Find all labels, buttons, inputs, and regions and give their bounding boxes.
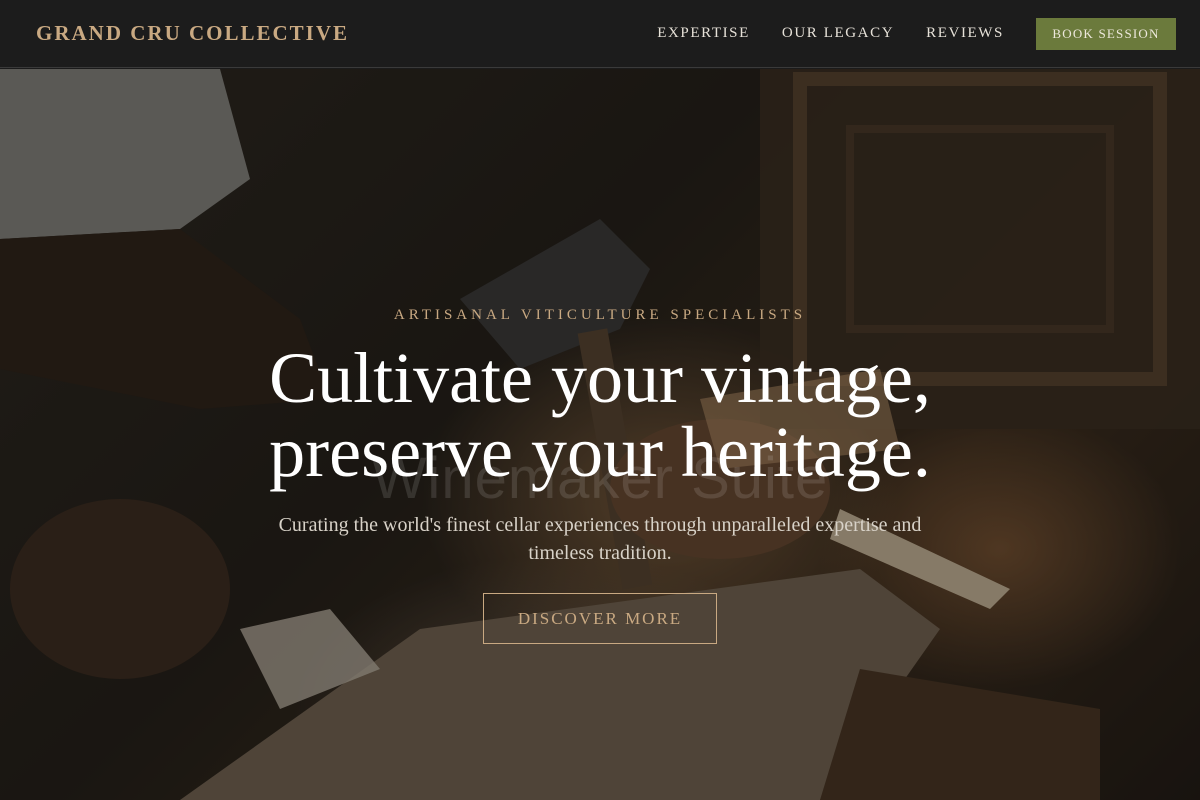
nav-link-reviews[interactable]: REVIEWS bbox=[926, 25, 1004, 42]
hero-subline: Curating the world's finest cellar exper… bbox=[278, 514, 922, 564]
hero-headline-line-1: Cultivate your vintage, bbox=[269, 338, 931, 418]
hero-headline: Cultivate your vintage, preserve your he… bbox=[0, 341, 1200, 489]
hero-section: ARTISANAL VITICULTURE SPECIALISTS Winema… bbox=[0, 69, 1200, 800]
main-nav: EXPERTISE OUR LEGACY REVIEWS BOOK SESSIO… bbox=[657, 17, 1176, 50]
nav-link-our-legacy[interactable]: OUR LEGACY bbox=[782, 25, 894, 42]
book-session-button[interactable]: BOOK SESSION bbox=[1036, 17, 1176, 50]
brand-logo-text[interactable]: GRAND CRU COLLECTIVE bbox=[36, 21, 349, 46]
hero-eyebrow: ARTISANAL VITICULTURE SPECIALISTS bbox=[393, 307, 807, 323]
top-navbar: GRAND CRU COLLECTIVE EXPERTISE OUR LEGAC… bbox=[0, 0, 1200, 68]
nav-link-expertise[interactable]: EXPERTISE bbox=[657, 25, 750, 42]
hero-headline-line-2: preserve your heritage. bbox=[269, 412, 931, 492]
hero-content: ARTISANAL VITICULTURE SPECIALISTS Winema… bbox=[0, 69, 1200, 800]
discover-more-button[interactable]: DISCOVER MORE bbox=[483, 593, 717, 644]
